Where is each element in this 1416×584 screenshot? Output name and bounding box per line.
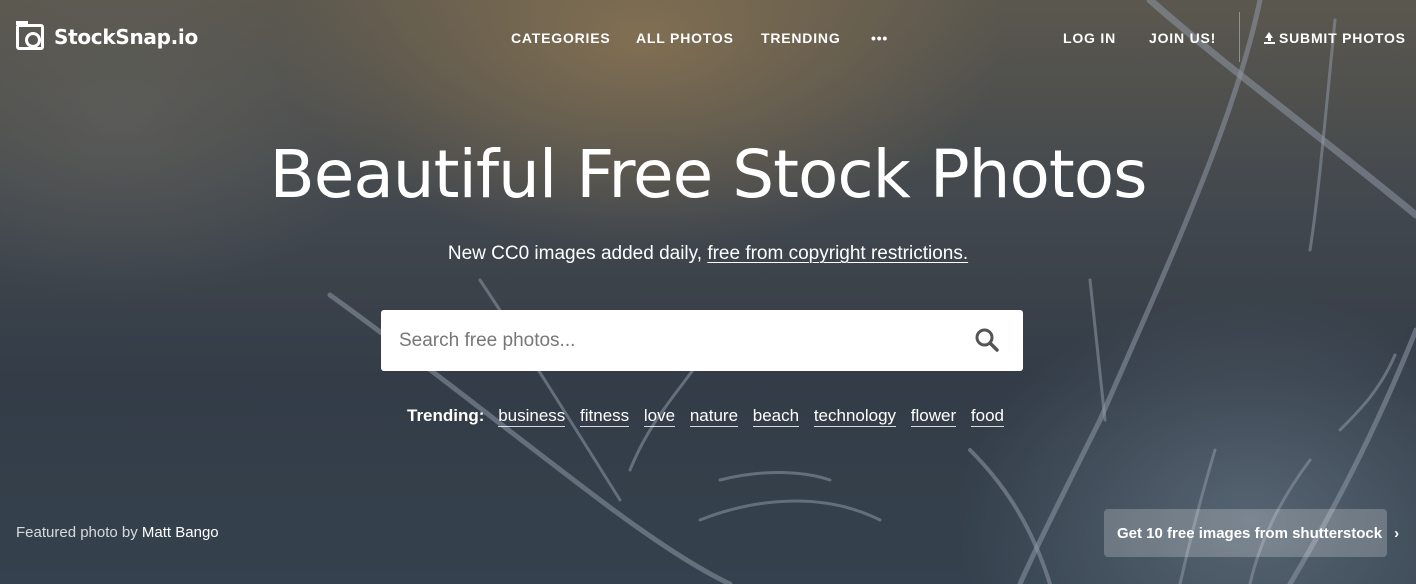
trending-label: Trending:	[407, 406, 485, 425]
search-button[interactable]	[974, 327, 1004, 357]
top-navbar: StockSnap.io CATEGORIES ALL PHOTOS TREND…	[0, 0, 1416, 76]
trending-tag-fitness[interactable]: fitness	[580, 406, 630, 427]
photo-credit: Featured photo by Matt Bango	[16, 524, 219, 541]
search-input[interactable]	[399, 310, 959, 371]
hero-overlay	[0, 0, 1416, 584]
nav-trending[interactable]: TRENDING	[761, 30, 841, 46]
copyright-link[interactable]: free from copyright restrictions.	[707, 243, 968, 264]
nav-links: CATEGORIES ALL PHOTOS TRENDING ••• LOG I…	[0, 30, 1416, 50]
nav-submit-photos[interactable]: SUBMIT PHOTOS	[1264, 30, 1406, 46]
nav-join-us[interactable]: JOIN US!	[1149, 30, 1216, 46]
trending-tag-nature[interactable]: nature	[689, 406, 739, 427]
upload-icon	[1264, 32, 1275, 44]
hero-subtitle-text: New CC0 images added daily,	[447, 243, 708, 264]
search-box	[381, 310, 1023, 371]
nav-categories[interactable]: CATEGORIES	[511, 30, 611, 46]
trending-tags: Trending: business fitness love nature b…	[0, 406, 1416, 427]
trending-tag-food[interactable]: food	[970, 406, 1004, 427]
search-icon	[975, 328, 999, 352]
credit-prefix: Featured photo by	[16, 524, 142, 541]
submit-photos-label: SUBMIT PHOTOS	[1279, 30, 1406, 46]
trending-tag-business[interactable]: business	[498, 406, 566, 427]
nav-divider	[1239, 12, 1240, 62]
trending-tag-flower[interactable]: flower	[910, 406, 957, 427]
credit-author-link[interactable]: Matt Bango	[142, 524, 219, 541]
trending-tag-technology[interactable]: technology	[813, 406, 897, 427]
hero-title: Beautiful Free Stock Photos	[269, 136, 1147, 213]
promo-label: Get 10 free images from shutterstock	[1117, 524, 1383, 542]
trending-tag-love[interactable]: love	[643, 406, 676, 427]
nav-all-photos[interactable]: ALL PHOTOS	[636, 30, 734, 46]
shutterstock-promo-button[interactable]: Get 10 free images from shutterstock ›	[1104, 509, 1399, 557]
hero-subtitle: New CC0 images added daily, free from co…	[0, 243, 1416, 265]
chevron-right-icon: ›	[1394, 524, 1400, 542]
trending-tag-beach[interactable]: beach	[752, 406, 800, 427]
nav-more-menu[interactable]: •••	[871, 30, 888, 46]
nav-log-in[interactable]: LOG IN	[1063, 30, 1116, 46]
